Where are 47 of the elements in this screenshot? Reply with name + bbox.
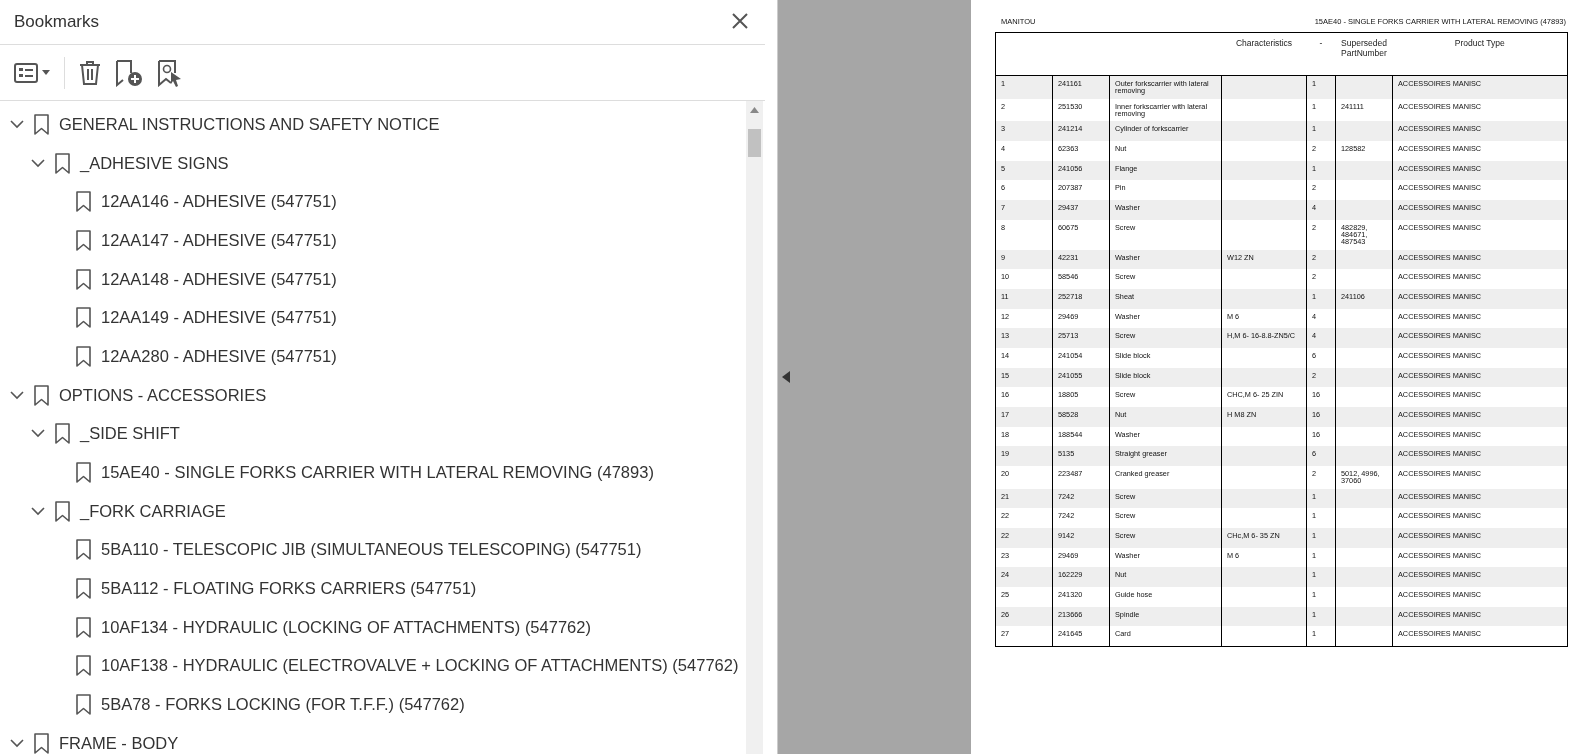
bookmark-label[interactable]: _ADHESIVE SIGNS bbox=[80, 153, 229, 173]
scrollbar[interactable] bbox=[746, 101, 763, 754]
bookmark-label[interactable]: 12AA148 - ADHESIVE (547751) bbox=[101, 269, 337, 289]
column-header: - bbox=[1306, 32, 1336, 76]
bookmark-label[interactable]: 12AA280 - ADHESIVE (547751) bbox=[101, 346, 337, 366]
bookmark-icon bbox=[76, 229, 91, 251]
caret-icon bbox=[42, 70, 50, 75]
bookmark-label[interactable]: 12AA146 - ADHESIVE (547751) bbox=[101, 192, 337, 212]
bookmark-icon bbox=[76, 655, 91, 677]
bookmark-icon bbox=[55, 152, 70, 174]
bookmark-label[interactable]: FRAME - BODY bbox=[59, 733, 179, 753]
bookmark-icon bbox=[76, 578, 91, 600]
bookmark-label[interactable]: 10AF134 - HYDRAULIC (LOCKING OF ATTACHMENTS) (547762) bbox=[101, 617, 591, 637]
bookmark-icon bbox=[55, 500, 70, 522]
bookmark-icon bbox=[55, 423, 70, 445]
bookmark-icon bbox=[76, 191, 91, 213]
panel-title: Bookmarks bbox=[14, 12, 100, 32]
bookmark-icon bbox=[76, 539, 91, 561]
bookmark-icon bbox=[34, 732, 49, 754]
column-header: Product Type bbox=[1392, 32, 1568, 76]
bookmark-icon bbox=[76, 616, 91, 638]
bookmark-label[interactable]: _FORK CARRIAGE bbox=[80, 501, 226, 521]
bookmark-label[interactable]: 12AA149 - ADHESIVE (547751) bbox=[101, 308, 337, 328]
column-header: SupersededPartNumber bbox=[1335, 32, 1393, 76]
options-menu-button[interactable] bbox=[14, 62, 50, 83]
scroll-up-icon[interactable] bbox=[750, 107, 759, 113]
column-header: Characteristics bbox=[1221, 32, 1307, 76]
bookmark-label[interactable]: 5BA112 - FLOATING FORKS CARRIERS (547751) bbox=[101, 579, 477, 599]
bookmark-target-button[interactable] bbox=[157, 58, 183, 87]
bookmark-label[interactable]: 10AF138 - HYDRAULIC (ELECTROVALVE + LOCKING OF ATTACHMENTS) (547762) bbox=[101, 656, 739, 676]
bookmark-icon bbox=[76, 268, 91, 290]
bookmark-label[interactable]: OPTIONS - ACCESSORIES bbox=[59, 385, 267, 405]
bookmark-label[interactable]: GENERAL INSTRUCTIONS AND SAFETY NOTICE bbox=[59, 114, 440, 134]
bookmark-icon bbox=[76, 462, 91, 484]
bookmark-icon bbox=[34, 384, 49, 406]
bookmark-icon bbox=[76, 345, 91, 367]
scrollbar-thumb[interactable] bbox=[748, 129, 761, 157]
bookmark-icon bbox=[76, 307, 91, 329]
bookmark-label[interactable]: 12AA147 - ADHESIVE (547751) bbox=[101, 230, 337, 250]
bookmark-label[interactable]: _SIDE SHIFT bbox=[80, 424, 180, 444]
bookmark-icon bbox=[34, 113, 49, 135]
delete-button[interactable] bbox=[79, 59, 101, 86]
add-bookmark-button[interactable] bbox=[115, 58, 143, 87]
bookmark-label[interactable]: 5BA110 - TELESCOPIC JIB (SIMULTANEOUS TELESCOPING) (547751) bbox=[101, 540, 642, 560]
bookmark-label[interactable]: 15AE40 - SINGLE FORKS CARRIER WITH LATERAL REMOVING (47893) bbox=[101, 463, 654, 483]
bookmark-label[interactable]: 5BA78 - FORKS LOCKING (FOR T.F.F.) (547762) bbox=[101, 695, 465, 715]
bookmark-icon bbox=[76, 694, 91, 716]
